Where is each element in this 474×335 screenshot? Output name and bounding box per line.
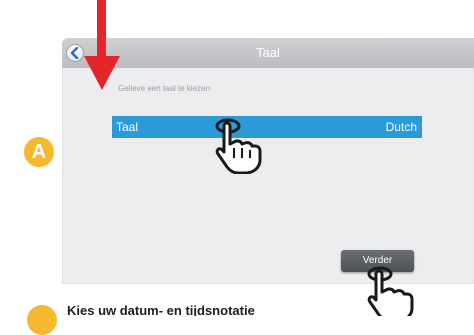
step-badge-b bbox=[27, 305, 57, 335]
language-row-value: Dutch bbox=[385, 120, 417, 134]
screen-title: Taal bbox=[256, 45, 280, 60]
chevron-left-icon bbox=[70, 47, 79, 59]
down-arrow-icon bbox=[84, 0, 120, 90]
bottom-caption: Kies uw datum- en tijdsnotatie bbox=[67, 303, 255, 316]
pointing-hand-icon bbox=[215, 118, 262, 174]
step-badge: A bbox=[24, 137, 54, 167]
pointing-hand-icon bbox=[367, 266, 414, 316]
language-row-label: Taal bbox=[116, 120, 139, 134]
title-bar: Taal bbox=[62, 38, 474, 68]
language-prompt: Gelieve een taal te kiezen bbox=[118, 84, 211, 93]
device-screen: Taal Gelieve een taal te kiezen Taal Dut… bbox=[62, 38, 474, 284]
